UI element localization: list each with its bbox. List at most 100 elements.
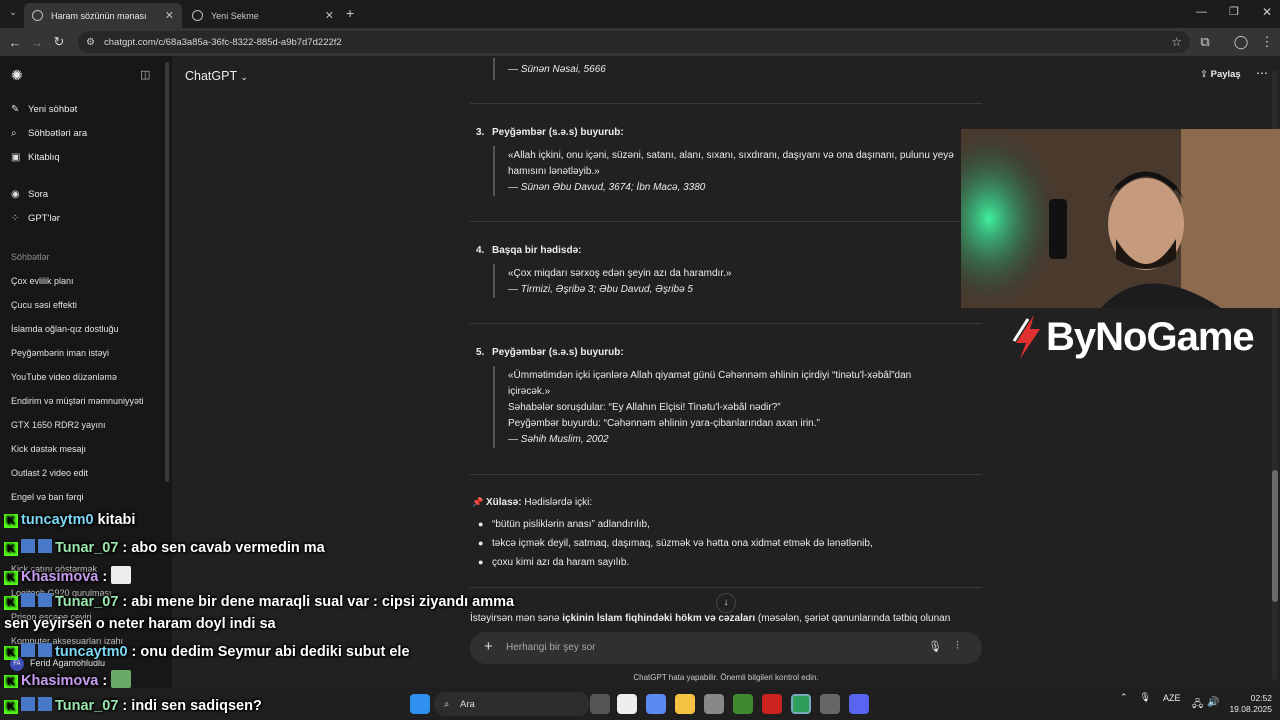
time: 02:52: [1250, 693, 1272, 703]
main-scrollbar-thumb[interactable]: [1272, 470, 1278, 602]
address-bar[interactable]: ⚙ chatgpt.com/c/68a3a85a-36fc-8322-885d-…: [78, 31, 1190, 53]
kick-icon: K: [4, 700, 18, 714]
sidebar-item-label: Sora: [28, 189, 49, 200]
copilot-icon[interactable]: [646, 694, 666, 714]
profile-icon[interactable]: ◯: [1230, 34, 1252, 50]
divider: [470, 323, 982, 324]
conversation-item[interactable]: Çox evlilik planı: [11, 276, 74, 286]
new-tab-button[interactable]: +: [346, 5, 354, 21]
chevron-up-icon[interactable]: ⌃: [1120, 692, 1128, 703]
site-info-icon[interactable]: ⚙: [86, 37, 95, 48]
network-icon[interactable]: 🖧: [1192, 697, 1203, 714]
scroll-down-button[interactable]: ↓: [716, 593, 736, 613]
tab-list-chevron-icon[interactable]: ⌄: [2, 7, 24, 18]
search-icon: ⌕: [11, 128, 17, 139]
conversation-item[interactable]: İslamda oğlan-qız dostluğu: [11, 324, 119, 334]
divider: [470, 103, 982, 104]
webcam-image: [961, 129, 1280, 308]
chat-message: K Khasimova :: [4, 566, 132, 585]
browser-toolbar: ← → ↻ ⚙ chatgpt.com/c/68a3a85a-36fc-8322…: [0, 28, 1280, 56]
sidebar-section-title: Söhbətlər: [11, 252, 50, 262]
sidebar-item-gpts[interactable]: ⁘ GPT'lər: [11, 213, 60, 224]
chat-message: Ktuncaytm0 kitabi: [4, 512, 135, 528]
list-item: “bütün pisliklərin anası” adlandırılıb,: [492, 519, 650, 530]
windows-start-icon[interactable]: [410, 694, 430, 714]
hadith-text: Peyğəmbər buyurdu: “Cəhənnəm əhlinin yar…: [508, 418, 820, 429]
subscriber-badge-icon: [21, 539, 35, 553]
hadith-text: «Ümmətimdən içki içənlərə Allah qiyamət …: [508, 370, 912, 381]
taskbar-search[interactable]: ⌕ Ara: [434, 692, 590, 716]
share-icon: ⇪: [1200, 69, 1208, 80]
close-window-icon[interactable]: ✕: [1262, 5, 1272, 19]
clock[interactable]: 02:52 19.08.2025: [1222, 693, 1272, 715]
divider: [470, 474, 982, 475]
voice-mode-icon[interactable]: ⫶: [956, 640, 959, 653]
reload-icon[interactable]: ↻: [48, 34, 70, 50]
hadith-text: hamısını lənətləyib.»: [508, 166, 600, 177]
conversation-item[interactable]: GTX 1650 RDR2 yayını: [11, 420, 106, 430]
task-view-icon[interactable]: [590, 694, 610, 714]
sidebar-item-label: Söhbətləri ara: [28, 128, 88, 139]
model-selector[interactable]: ChatGPT ⌄: [185, 69, 248, 83]
extensions-icon[interactable]: ⧉: [1194, 34, 1216, 50]
sidebar-scrollbar[interactable]: [165, 62, 169, 482]
search-icon: ⌕: [444, 698, 450, 710]
minimize-icon[interactable]: —: [1196, 6, 1207, 18]
chat-message: K Tunar_07 : abi mene bir dene maraqli su…: [4, 593, 514, 610]
back-icon[interactable]: ←: [4, 35, 26, 50]
composer[interactable]: + Herhangi bir şey sor 🎙 ⫶: [470, 632, 982, 664]
restore-icon[interactable]: ❐: [1229, 5, 1239, 18]
minecraft-icon[interactable]: [733, 694, 753, 714]
microphone-icon[interactable]: 🎙: [928, 640, 942, 653]
google-icon[interactable]: [617, 694, 637, 714]
blockquote-bar: [493, 264, 495, 298]
more-options-icon[interactable]: ⋯: [1256, 66, 1268, 80]
tab-haram[interactable]: Haram sözünün mənası ✕: [24, 3, 182, 28]
openai-logo-icon[interactable]: ✺: [11, 67, 23, 84]
toggle-sidebar-icon[interactable]: ◫: [140, 68, 150, 81]
conversation-item[interactable]: Peyğəmbərin iman istəyi: [11, 348, 109, 358]
summary-line: 📌 Xülasə: Hədislərdə içki:: [472, 497, 592, 508]
system-tray: ⌃ 🎙 AZE: [1120, 692, 1181, 703]
bookmark-star-icon[interactable]: ☆: [1171, 35, 1182, 49]
close-tab-icon[interactable]: ✕: [165, 9, 174, 22]
share-button[interactable]: ⇪ Paylaş: [1200, 69, 1241, 80]
volume-icon[interactable]: 🔊: [1207, 697, 1219, 708]
chat-message: K Khasimova :: [4, 670, 132, 689]
grid-icon: ⁘: [11, 213, 20, 224]
sidebar-item-sora[interactable]: ◉ Sora: [11, 189, 48, 200]
sidebar-item-search[interactable]: ⌕ Söhbətləri ara: [11, 128, 87, 139]
model-label: ChatGPT: [185, 69, 237, 83]
sidebar-item-new-chat[interactable]: ✎ Yeni söhbət: [11, 104, 77, 115]
subscriber-badge-icon: [21, 593, 35, 607]
prompt-input[interactable]: Herhangi bir şey sor: [506, 642, 595, 653]
divider: [470, 587, 982, 588]
file-explorer-icon[interactable]: [675, 694, 695, 714]
store-icon[interactable]: [704, 694, 724, 714]
subscriber-badge-icon: [38, 539, 52, 553]
bullet-icon: ●: [478, 519, 484, 529]
language-indicator[interactable]: AZE: [1163, 693, 1181, 703]
close-tab-icon[interactable]: ✕: [325, 9, 334, 22]
forward-icon[interactable]: →: [26, 35, 48, 50]
conversation-item[interactable]: Outlast 2 video edit: [11, 468, 88, 478]
conversation-item[interactable]: YouTube video düzənləmə: [11, 372, 117, 382]
conversation-item[interactable]: Kick dəstək mesajı: [11, 444, 86, 454]
conversation-item[interactable]: Endirim və müştəri məmnuniyyəti: [11, 396, 144, 406]
bynogame-logo-icon: [1012, 315, 1040, 359]
opera-icon[interactable]: [762, 694, 782, 714]
cut-off-paragraph: İstəyirsən mən sənə içkinin İslam fiqhin…: [470, 613, 951, 624]
tab-new[interactable]: Yeni Sekme ✕: [184, 3, 342, 28]
chrome-favicon-icon: [192, 10, 203, 21]
browser-tab-strip: ⌄ Haram sözünün mənası ✕ Yeni Sekme ✕ + …: [0, 0, 1280, 28]
microphone-icon[interactable]: 🎙: [1140, 692, 1151, 703]
app-icon[interactable]: [820, 694, 840, 714]
chrome-icon[interactable]: [791, 694, 811, 714]
plus-icon[interactable]: +: [484, 638, 493, 655]
conversation-item[interactable]: Çucu səsi effekti: [11, 300, 77, 310]
browser-menu-icon[interactable]: ⋮: [1256, 34, 1278, 50]
hadith-title: Başqa bir hədisdə:: [492, 245, 582, 256]
conversation-item[interactable]: Engel və ban fərqi: [11, 492, 84, 502]
discord-icon[interactable]: [849, 694, 869, 714]
sidebar-item-library[interactable]: ▣ Kitablıq: [11, 152, 60, 163]
